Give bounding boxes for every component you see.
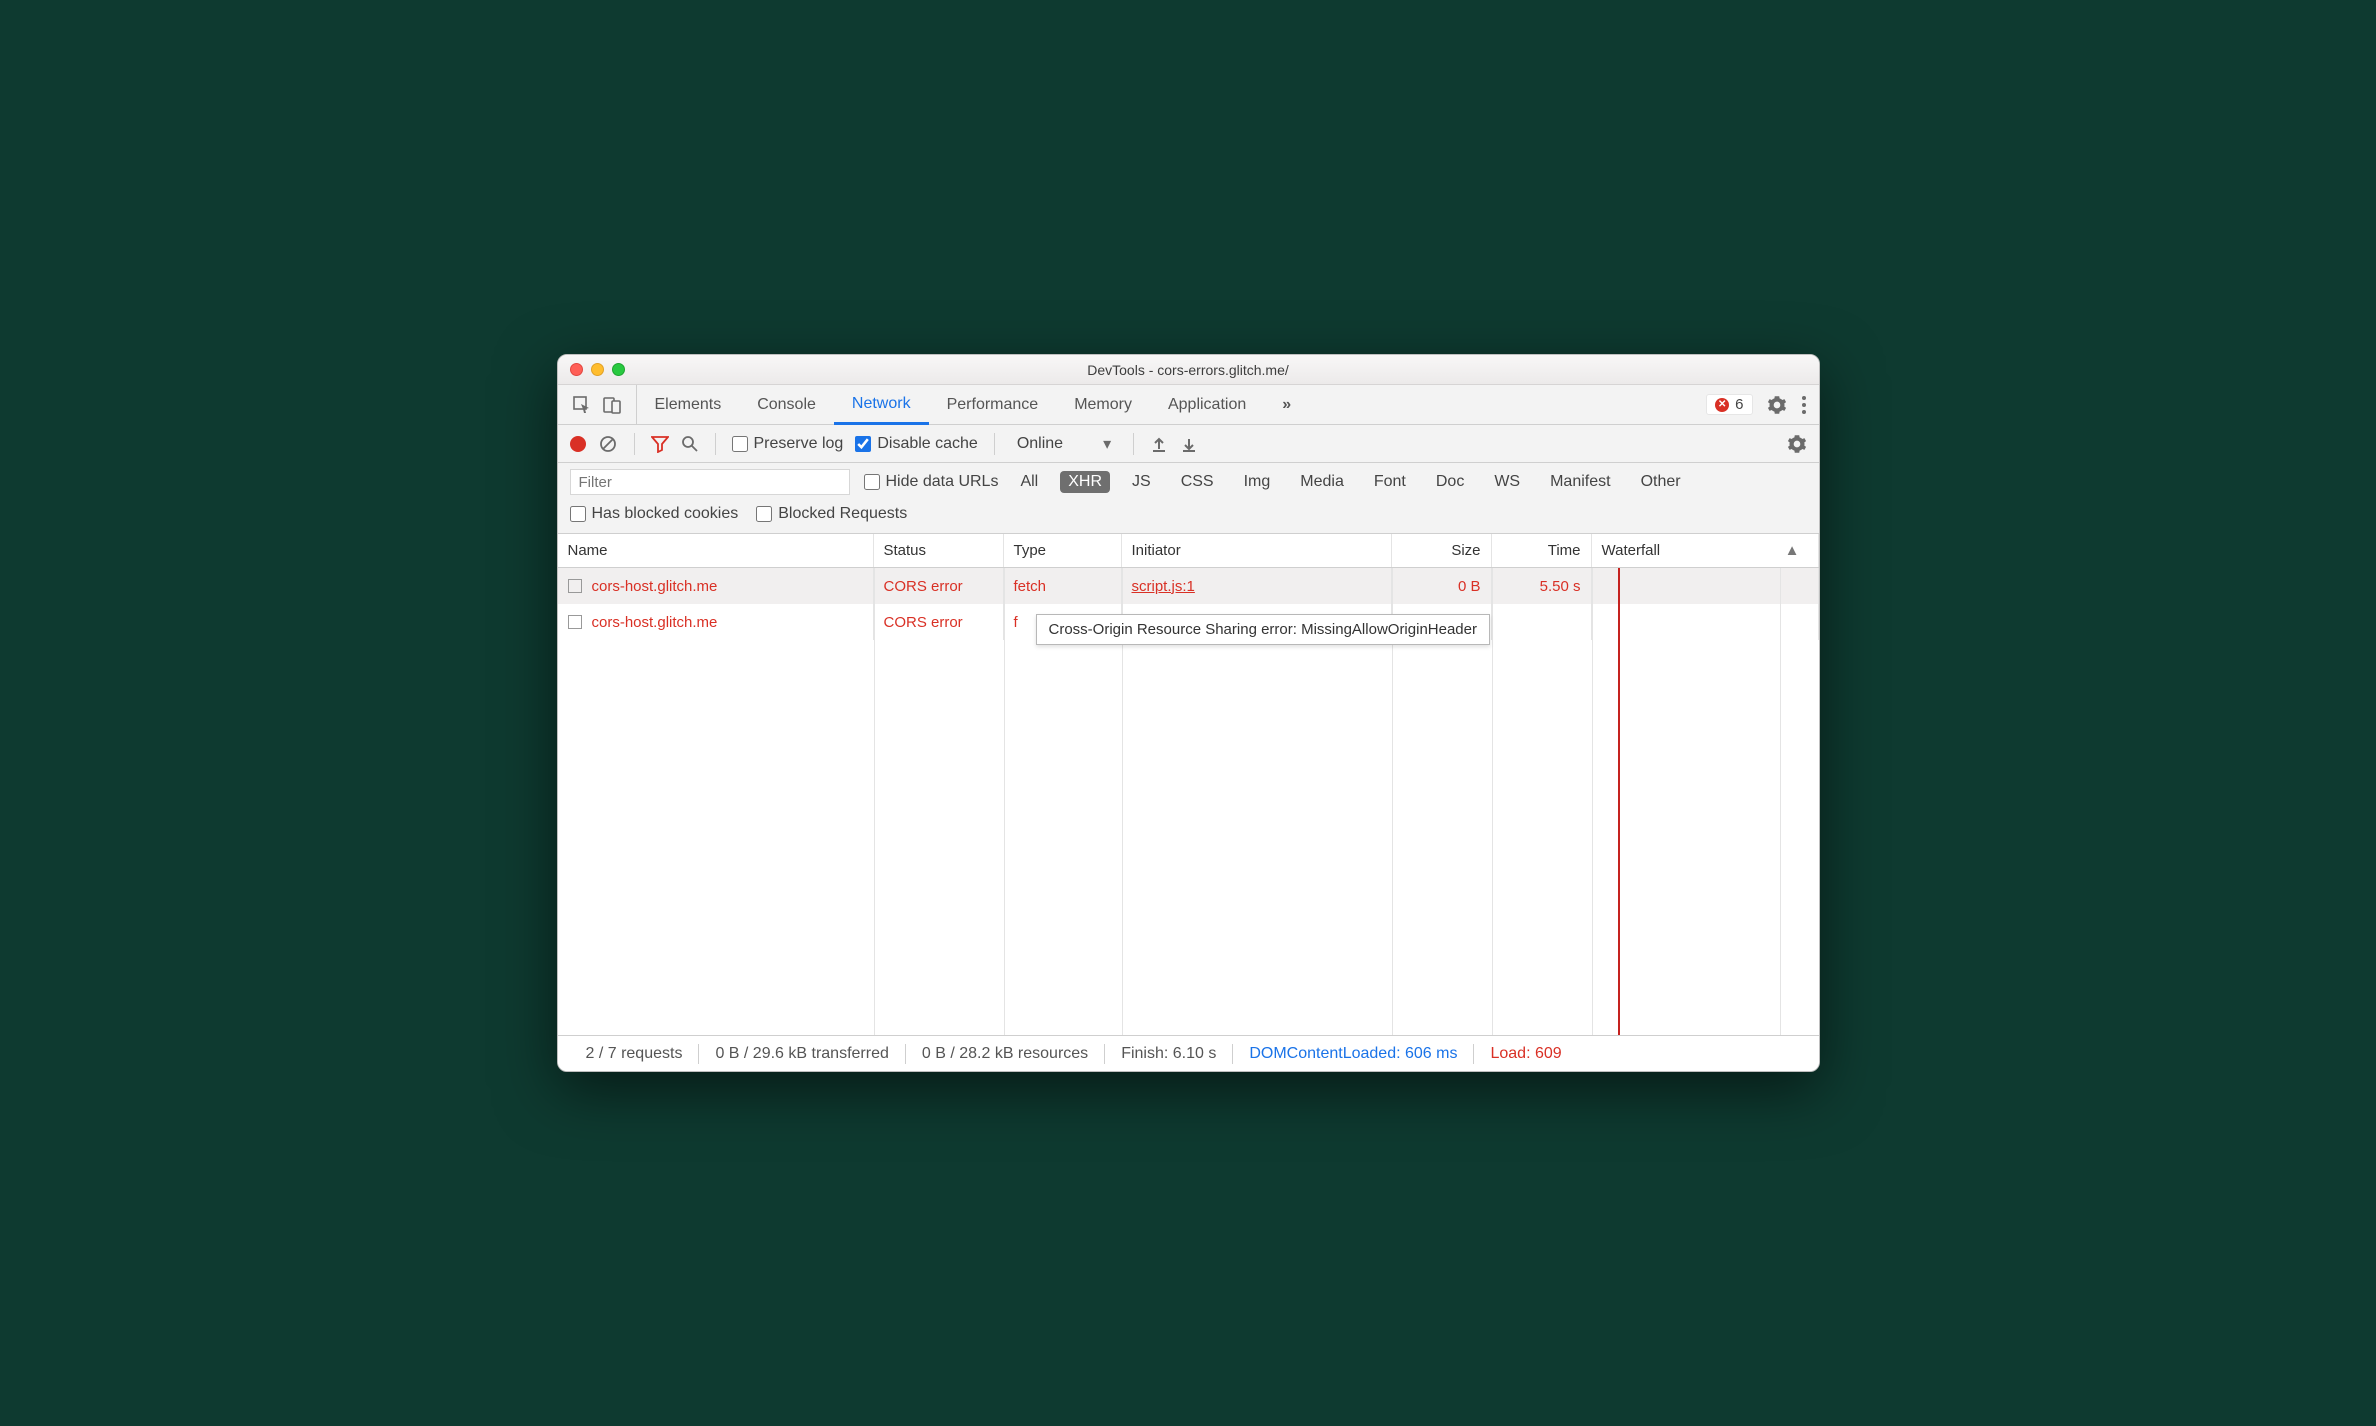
sb-requests: 2 / 7 requests bbox=[570, 1045, 699, 1063]
tab-memory[interactable]: Memory bbox=[1056, 385, 1150, 424]
record-button[interactable] bbox=[570, 436, 586, 452]
sb-load: Load: 609 bbox=[1474, 1045, 1561, 1063]
tab-elements[interactable]: Elements bbox=[637, 385, 740, 424]
network-table-header: Name Status Type Initiator Size Time Wat… bbox=[558, 534, 1819, 568]
network-settings-gear-icon[interactable] bbox=[1787, 434, 1807, 454]
col-initiator[interactable]: Initiator bbox=[1122, 534, 1392, 567]
inspect-element-icon[interactable] bbox=[572, 395, 592, 415]
col-size[interactable]: Size bbox=[1392, 534, 1492, 567]
blocked-requests-checkbox[interactable]: Blocked Requests bbox=[756, 505, 907, 523]
network-toolbar: Preserve log Disable cache Online ▾ bbox=[558, 425, 1819, 463]
table-row[interactable]: cors-host.glitch.me CORS error fetch scr… bbox=[558, 568, 1819, 604]
device-toolbar-icon[interactable] bbox=[602, 395, 622, 415]
hide-data-urls-checkbox[interactable]: Hide data URLs bbox=[864, 473, 999, 491]
type-xhr[interactable]: XHR bbox=[1060, 471, 1110, 493]
blocked-requests-label: Blocked Requests bbox=[778, 505, 907, 523]
filter-input[interactable] bbox=[570, 469, 850, 495]
preserve-log-label: Preserve log bbox=[754, 435, 844, 453]
col-waterfall[interactable]: Waterfall ▲ bbox=[1592, 534, 1819, 567]
row-status: CORS error bbox=[874, 568, 1004, 604]
error-count-badge[interactable]: ✕ 6 bbox=[1706, 394, 1752, 415]
error-count: 6 bbox=[1735, 396, 1743, 413]
network-rows: cors-host.glitch.me CORS error fetch scr… bbox=[558, 568, 1819, 1035]
type-doc[interactable]: Doc bbox=[1428, 471, 1472, 493]
tab-console[interactable]: Console bbox=[739, 385, 834, 424]
row-waterfall bbox=[1592, 604, 1819, 640]
type-css[interactable]: CSS bbox=[1173, 471, 1222, 493]
row-time: 5.50 s bbox=[1492, 568, 1592, 604]
search-icon[interactable] bbox=[681, 435, 699, 453]
more-menu-icon[interactable] bbox=[1801, 395, 1807, 415]
tab-network[interactable]: Network bbox=[834, 385, 929, 425]
type-all[interactable]: All bbox=[1012, 471, 1046, 493]
type-media[interactable]: Media bbox=[1292, 471, 1352, 493]
has-blocked-cookies-checkbox[interactable]: Has blocked cookies bbox=[570, 505, 739, 523]
col-status[interactable]: Status bbox=[874, 534, 1004, 567]
row-waterfall bbox=[1592, 568, 1819, 604]
tab-performance[interactable]: Performance bbox=[929, 385, 1057, 424]
type-img[interactable]: Img bbox=[1236, 471, 1279, 493]
upload-har-icon[interactable] bbox=[1150, 435, 1168, 453]
throttling-value: Online bbox=[1017, 435, 1063, 453]
col-time[interactable]: Time bbox=[1492, 534, 1592, 567]
row-name: cors-host.glitch.me bbox=[592, 614, 718, 631]
clear-icon[interactable] bbox=[598, 434, 618, 454]
sb-domcontentloaded: DOMContentLoaded: 606 ms bbox=[1233, 1045, 1473, 1063]
has-blocked-cookies-label: Has blocked cookies bbox=[592, 505, 739, 523]
download-har-icon[interactable] bbox=[1180, 435, 1198, 453]
titlebar: DevTools - cors-errors.glitch.me/ bbox=[558, 355, 1819, 385]
panel-tabs: Elements Console Network Performance Mem… bbox=[558, 385, 1819, 425]
chevron-down-icon: ▾ bbox=[1103, 434, 1111, 454]
row-type: fetch bbox=[1004, 568, 1122, 604]
status-bar: 2 / 7 requests 0 B / 29.6 kB transferred… bbox=[558, 1035, 1819, 1071]
row-size: 0 B bbox=[1392, 568, 1492, 604]
sb-resources: 0 B / 28.2 kB resources bbox=[906, 1045, 1104, 1063]
file-icon bbox=[568, 579, 582, 593]
preserve-log-checkbox[interactable]: Preserve log bbox=[732, 435, 844, 453]
col-name[interactable]: Name bbox=[558, 534, 874, 567]
file-icon bbox=[568, 615, 582, 629]
hide-data-urls-label: Hide data URLs bbox=[886, 473, 999, 491]
type-font[interactable]: Font bbox=[1366, 471, 1414, 493]
filter-icon[interactable] bbox=[651, 435, 669, 453]
settings-gear-icon[interactable] bbox=[1767, 395, 1787, 415]
type-manifest[interactable]: Manifest bbox=[1542, 471, 1618, 493]
col-waterfall-label: Waterfall bbox=[1602, 542, 1661, 559]
row-initiator-link[interactable]: script.js:1 bbox=[1132, 578, 1195, 595]
devtools-window: DevTools - cors-errors.glitch.me/ Elemen… bbox=[557, 354, 1820, 1072]
row-status: CORS error bbox=[874, 604, 1004, 640]
row-name: cors-host.glitch.me bbox=[592, 578, 718, 595]
type-js[interactable]: JS bbox=[1124, 471, 1159, 493]
tabs-overflow[interactable]: » bbox=[1264, 385, 1309, 424]
type-other[interactable]: Other bbox=[1633, 471, 1689, 493]
sb-finish: Finish: 6.10 s bbox=[1105, 1045, 1232, 1063]
row-time bbox=[1492, 604, 1592, 640]
disable-cache-checkbox[interactable]: Disable cache bbox=[855, 435, 978, 453]
window-title: DevTools - cors-errors.glitch.me/ bbox=[558, 362, 1819, 378]
sort-ascending-icon: ▲ bbox=[1785, 542, 1800, 559]
tab-application[interactable]: Application bbox=[1150, 385, 1264, 424]
sb-transferred: 0 B / 29.6 kB transferred bbox=[699, 1045, 904, 1063]
type-ws[interactable]: WS bbox=[1486, 471, 1528, 493]
throttling-select[interactable]: Online ▾ bbox=[1011, 432, 1117, 456]
cors-error-tooltip: Cross-Origin Resource Sharing error: Mis… bbox=[1036, 614, 1490, 645]
disable-cache-label: Disable cache bbox=[877, 435, 978, 453]
error-icon: ✕ bbox=[1715, 398, 1729, 412]
col-type[interactable]: Type bbox=[1004, 534, 1122, 567]
filter-bar: Hide data URLs All XHR JS CSS Img Media … bbox=[558, 463, 1819, 534]
